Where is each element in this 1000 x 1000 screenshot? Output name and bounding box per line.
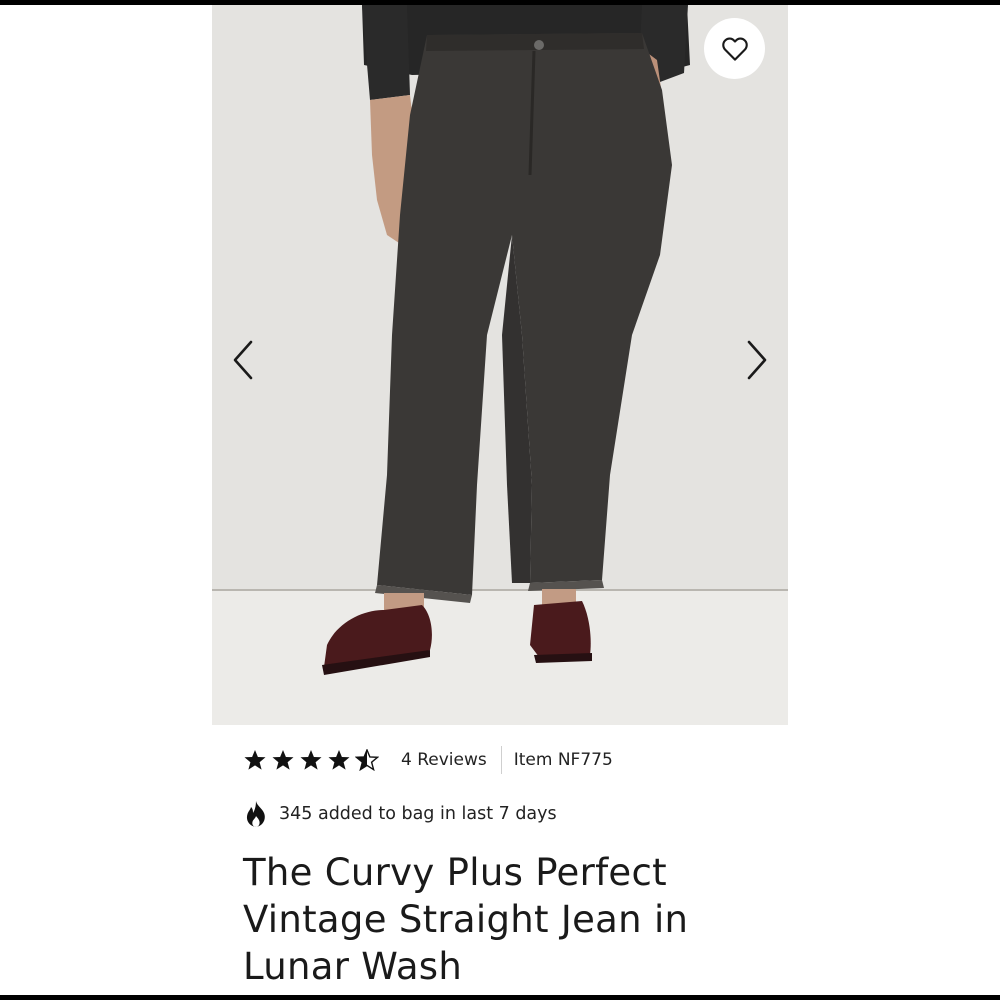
product-page: 4 Reviews Item NF775 345 added to bag in… — [0, 5, 1000, 995]
product-image-gallery[interactable] — [212, 5, 788, 725]
heart-icon — [721, 37, 748, 61]
flame-icon — [246, 801, 265, 827]
item-number: Item NF775 — [513, 750, 613, 770]
social-proof: 345 added to bag in last 7 days — [243, 799, 803, 829]
product-photo — [212, 5, 788, 725]
chevron-right-icon — [747, 340, 767, 380]
divider — [500, 746, 502, 774]
star-icon — [244, 750, 266, 770]
social-proof-text: 345 added to bag in last 7 days — [279, 804, 557, 824]
product-info: 4 Reviews Item NF775 345 added to bag in… — [243, 743, 803, 995]
star-icon — [300, 750, 322, 770]
next-image-button[interactable] — [742, 338, 772, 382]
star-icon — [328, 750, 350, 770]
favorite-button[interactable] — [704, 18, 765, 79]
reviews-link[interactable]: 4 Reviews — [401, 750, 487, 770]
product-title: The Curvy Plus Perfect Vintage Straight … — [243, 851, 689, 988]
chevron-left-icon — [233, 340, 253, 380]
star-icon — [272, 750, 294, 770]
star-rating[interactable] — [243, 749, 379, 771]
previous-image-button[interactable] — [228, 338, 258, 382]
star-half-icon — [355, 749, 379, 771]
rating-row: 4 Reviews Item NF775 — [243, 743, 803, 777]
